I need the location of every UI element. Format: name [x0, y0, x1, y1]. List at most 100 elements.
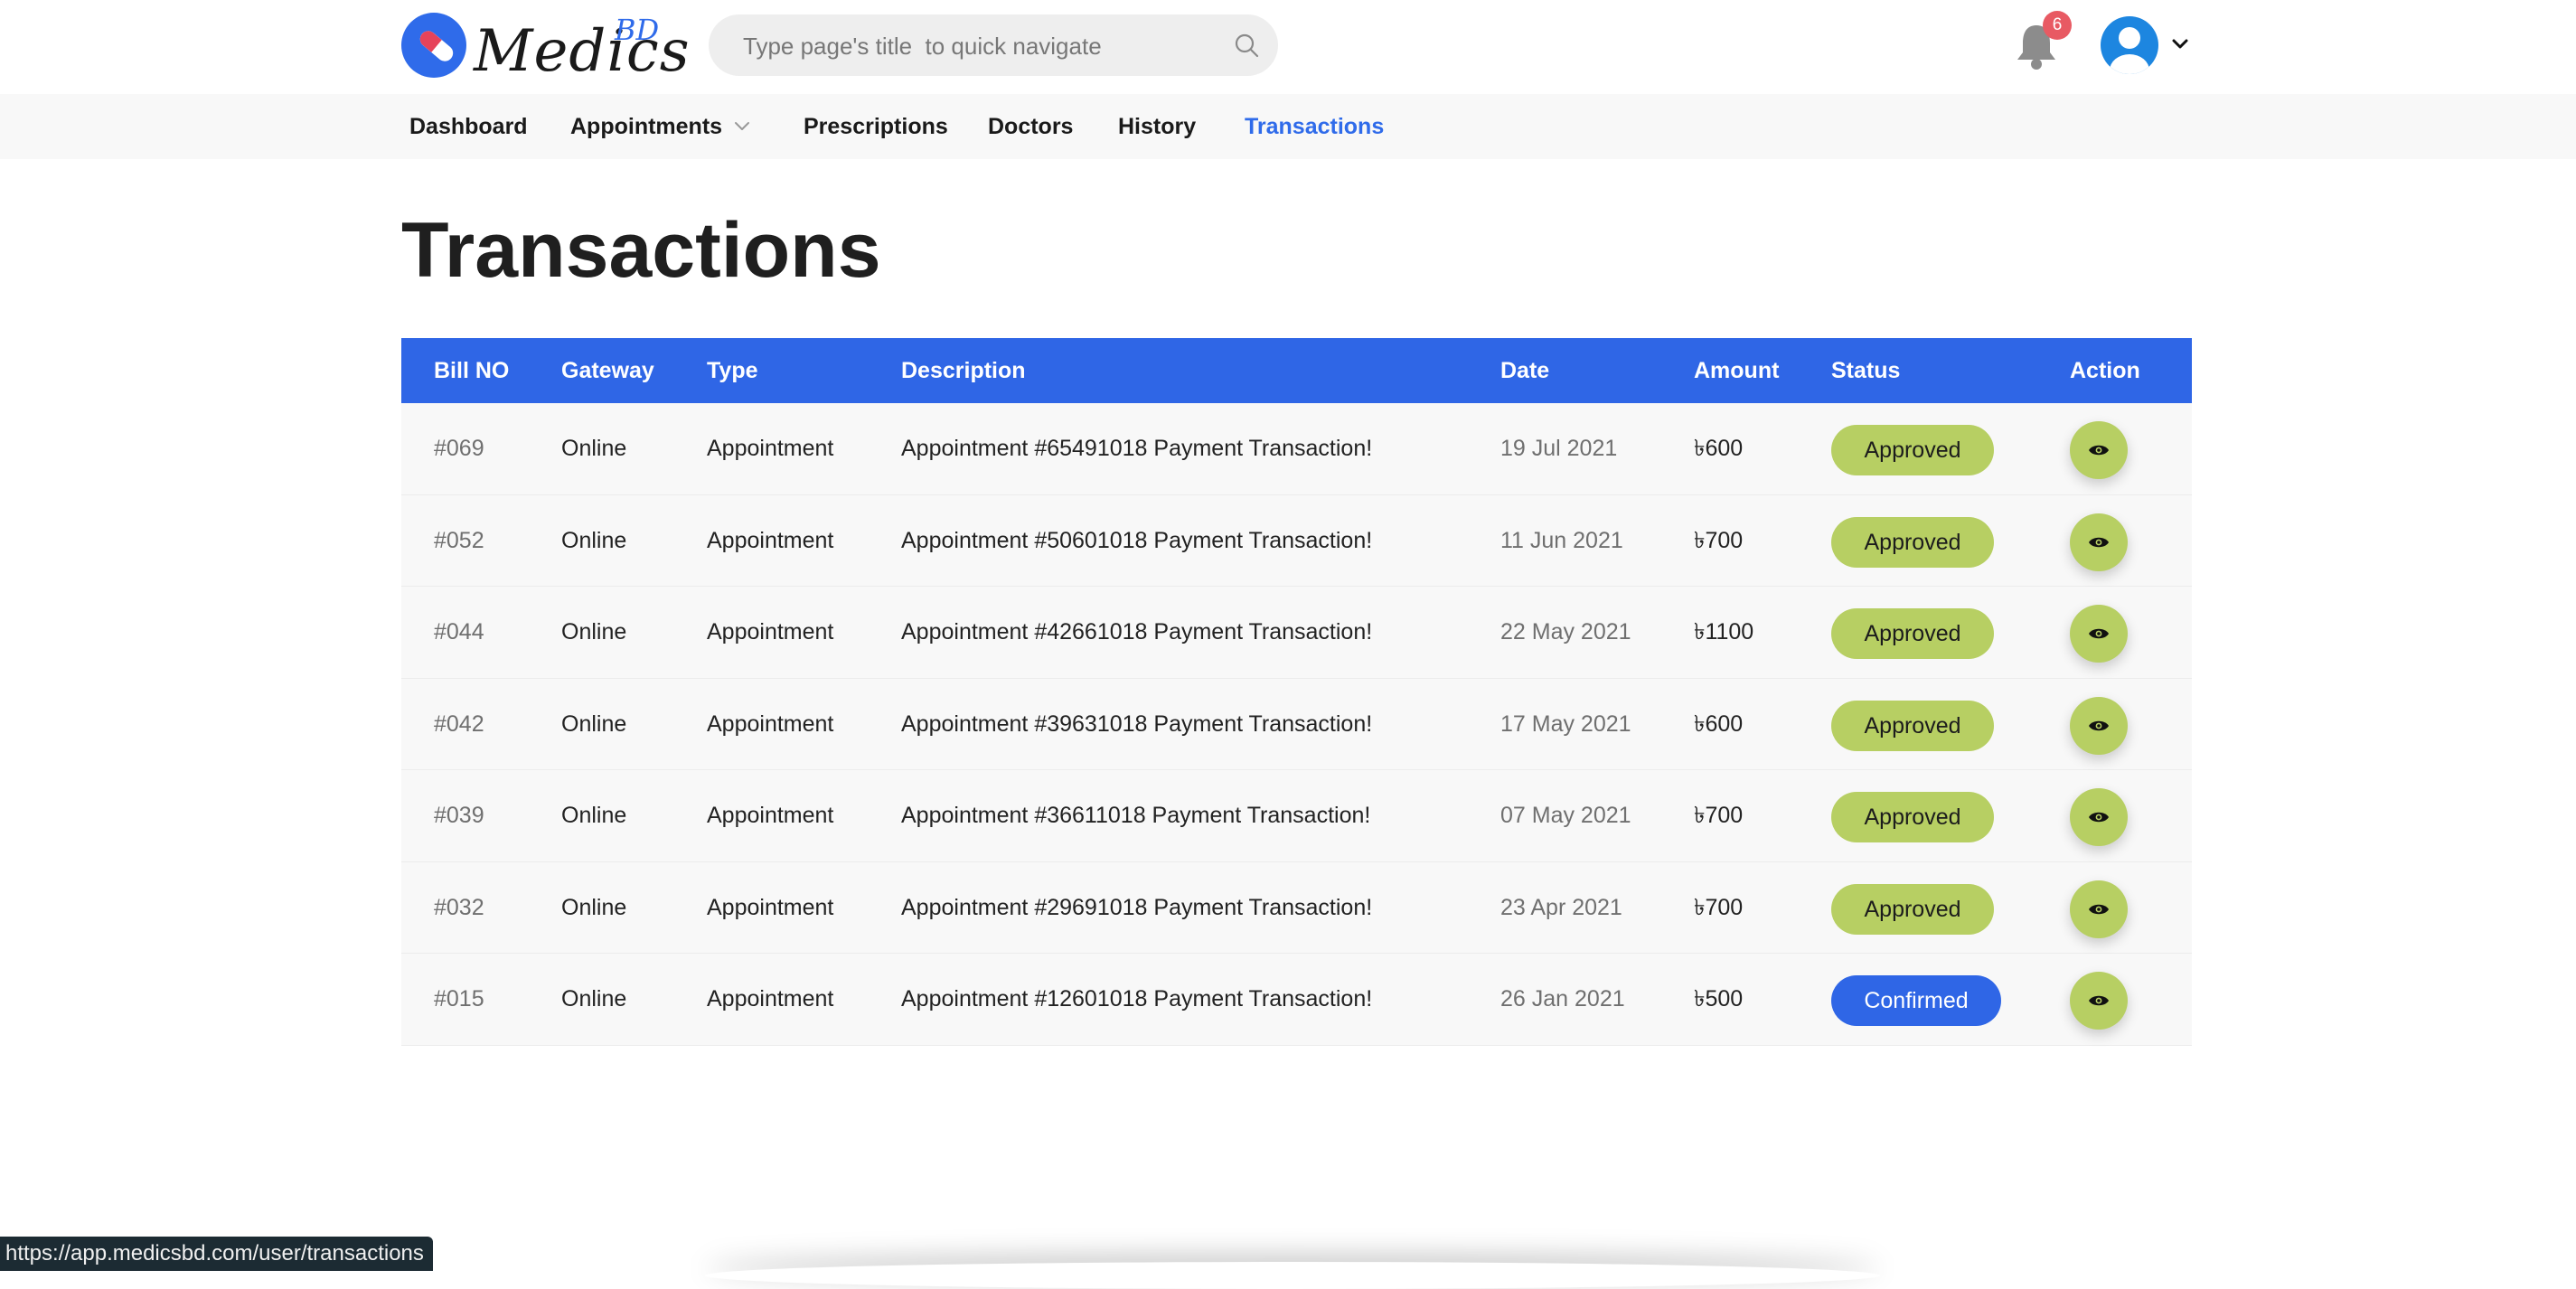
nav-item-appointments[interactable]: Appointments	[570, 94, 722, 159]
amount: ৳600	[1694, 436, 1744, 461]
notification-count-badge: 6	[2043, 11, 2072, 40]
eye-icon	[2089, 628, 2109, 639]
gateway: Online	[561, 894, 627, 920]
view-transaction-button[interactable]	[2070, 605, 2128, 663]
chevron-down-icon[interactable]	[2169, 33, 2191, 54]
column-header-status: Status	[1831, 358, 1901, 383]
gateway: Online	[561, 986, 627, 1011]
chevron-down-icon[interactable]	[732, 119, 752, 134]
transactions-table: Bill NO Gateway Type Description Date Am…	[401, 338, 2192, 1046]
bill-no: #052	[434, 527, 484, 553]
bill-no: #044	[434, 619, 484, 644]
status-badge: Approved	[1831, 425, 1994, 475]
type: Appointment	[707, 986, 834, 1011]
description: Appointment #29691018 Payment Transactio…	[901, 894, 1373, 920]
bill-no: #032	[434, 894, 484, 920]
amount: ৳600	[1694, 710, 1744, 737]
gateway: Online	[561, 619, 627, 644]
status-badge: Approved	[1831, 608, 1994, 659]
search-icon[interactable]	[1233, 32, 1260, 59]
description: Appointment #42661018 Payment Transactio…	[901, 619, 1373, 644]
eye-icon	[2089, 904, 2109, 914]
view-transaction-button[interactable]	[2070, 696, 2128, 755]
nav-item-history[interactable]: History	[1118, 94, 1196, 159]
type: Appointment	[707, 619, 834, 644]
description: Appointment #12601018 Payment Transactio…	[901, 986, 1373, 1011]
eye-icon	[2089, 720, 2109, 730]
eye-icon	[2089, 445, 2109, 456]
view-transaction-button[interactable]	[2070, 972, 2128, 1030]
gateway: Online	[561, 803, 627, 828]
type: Appointment	[707, 710, 834, 737]
column-header-amount: Amount	[1694, 358, 1780, 383]
nav-item-transactions[interactable]: Transactions	[1245, 94, 1384, 159]
status-badge: Approved	[1831, 792, 1994, 842]
nav-item-prescriptions[interactable]: Prescriptions	[804, 94, 948, 159]
amount: ৳700	[1694, 527, 1744, 553]
gateway: Online	[561, 436, 627, 461]
capsule-pill-icon	[401, 13, 466, 78]
table-row: #015 Online Appointment Appointment #126…	[401, 954, 2192, 1046]
status-badge: Approved	[1831, 700, 1994, 751]
table-row: #032 Online Appointment Appointment #296…	[401, 861, 2192, 954]
gateway: Online	[561, 527, 627, 553]
description: Appointment #65491018 Payment Transactio…	[901, 436, 1373, 461]
bill-no: #042	[434, 710, 484, 737]
user-avatar-icon[interactable]	[2101, 16, 2158, 74]
view-transaction-button[interactable]	[2070, 880, 2128, 938]
table-row: #069 Online Appointment Appointment #654…	[401, 403, 2192, 495]
eye-icon	[2089, 537, 2109, 547]
eye-icon	[2089, 812, 2109, 823]
table-row: #042 Online Appointment Appointment #396…	[401, 678, 2192, 770]
amount: ৳700	[1694, 894, 1744, 920]
date: 11 Jun 2021	[1500, 527, 1623, 553]
description: Appointment #36611018 Payment Transactio…	[901, 803, 1371, 828]
column-header-description: Description	[901, 358, 1026, 383]
description: Appointment #50601018 Payment Transactio…	[901, 527, 1373, 553]
bill-no: #069	[434, 436, 484, 461]
date: 19 Jul 2021	[1500, 436, 1618, 461]
page-title: Transactions	[401, 207, 881, 294]
type: Appointment	[707, 803, 834, 828]
description: Appointment #39631018 Payment Transactio…	[901, 710, 1373, 737]
date: 17 May 2021	[1500, 710, 1631, 737]
floating-panel-shadow	[705, 1262, 1880, 1289]
view-transaction-button[interactable]	[2070, 421, 2128, 479]
top-header: Medics BD 6	[0, 0, 2576, 94]
type: Appointment	[707, 527, 834, 553]
nav-item-doctors[interactable]: Doctors	[988, 94, 1073, 159]
view-transaction-button[interactable]	[2070, 788, 2128, 846]
column-header-action: Action	[2070, 358, 2140, 383]
quick-navigate-search	[709, 14, 1278, 78]
column-header-gateway: Gateway	[561, 358, 654, 383]
column-header-bill-no: Bill NO	[434, 358, 510, 383]
type: Appointment	[707, 894, 834, 920]
brand-logo[interactable]: Medics BD	[401, 13, 690, 85]
amount: ৳700	[1694, 803, 1744, 828]
date: 23 Apr 2021	[1500, 894, 1622, 920]
column-header-date: Date	[1500, 358, 1550, 383]
bill-no: #015	[434, 986, 484, 1011]
table-header: Bill NO Gateway Type Description Date Am…	[401, 338, 2192, 403]
table-row: #052 Online Appointment Appointment #506…	[401, 494, 2192, 587]
column-header-type: Type	[707, 358, 758, 383]
date: 22 May 2021	[1500, 619, 1631, 644]
bill-no: #039	[434, 803, 484, 828]
table-row: #039 Online Appointment Appointment #366…	[401, 770, 2192, 862]
view-transaction-button[interactable]	[2070, 513, 2128, 571]
gateway: Online	[561, 710, 627, 737]
table-row: #044 Online Appointment Appointment #426…	[401, 587, 2192, 679]
amount: ৳1100	[1694, 619, 1754, 644]
type: Appointment	[707, 436, 834, 461]
amount: ৳500	[1694, 986, 1744, 1011]
brand-suffix: BD	[615, 13, 660, 47]
main-nav: Dashboard Appointments Prescriptions Doc…	[0, 94, 2576, 159]
nav-item-dashboard[interactable]: Dashboard	[409, 94, 528, 159]
date: 07 May 2021	[1500, 803, 1631, 828]
eye-icon	[2089, 995, 2109, 1006]
search-input[interactable]	[741, 14, 1215, 78]
browser-status-url: https://app.medicsbd.com/user/transactio…	[0, 1237, 433, 1271]
status-badge: Confirmed	[1831, 975, 2001, 1026]
date: 26 Jan 2021	[1500, 986, 1625, 1011]
status-badge: Approved	[1831, 516, 1994, 568]
